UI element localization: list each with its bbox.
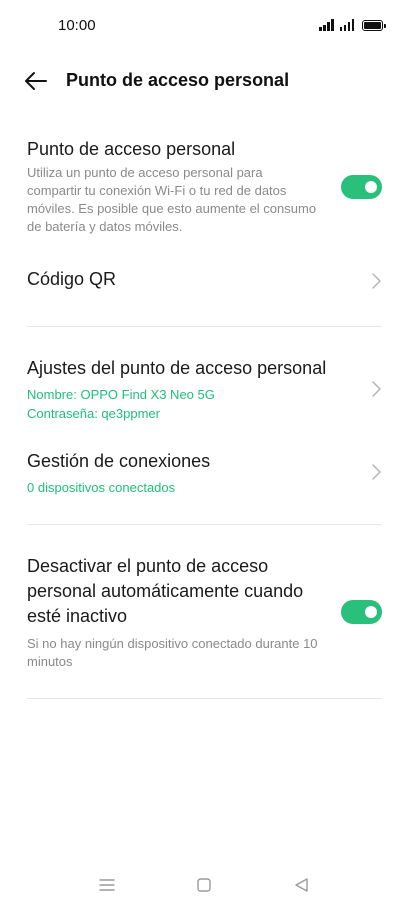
hotspot-toggle-row[interactable]: Punto de acceso personal Utiliza un punt…	[27, 137, 382, 241]
hotspot-settings-row[interactable]: Ajustes del punto de acceso personal Nom…	[27, 356, 382, 426]
hotspot-toggle[interactable]	[341, 175, 382, 199]
divider	[27, 524, 382, 525]
home-button[interactable]	[194, 876, 214, 894]
back-triangle-icon	[295, 878, 308, 892]
home-icon	[197, 878, 211, 892]
hotspot-password: Contraseña: qe3ppmer	[27, 406, 160, 421]
chevron-right-icon	[372, 381, 381, 397]
battery-icon	[362, 20, 386, 31]
qr-code-row[interactable]: Código QR	[27, 267, 382, 297]
hotspot-settings-title: Ajustes del punto de acceso personal	[27, 358, 327, 378]
status-bar: 10:00	[0, 0, 409, 50]
screen: 10:00 Punto de acceso personal Punto de …	[0, 0, 409, 910]
auto-off-toggle[interactable]	[341, 600, 382, 624]
toggle-knob	[365, 181, 377, 193]
page-title: Punto de acceso personal	[66, 70, 290, 90]
auto-off-row[interactable]: Desactivar el punto de acceso personal a…	[27, 554, 382, 674]
status-icons	[319, 17, 386, 31]
connections-count: 0 dispositivos conectados	[27, 480, 176, 495]
auto-off-description: Si no hay ningún dispositivo conectado d…	[27, 636, 318, 669]
divider	[27, 698, 382, 699]
divider	[27, 326, 382, 327]
navigation-bar	[0, 868, 409, 902]
hotspot-description: Utiliza un punto de acceso personal para…	[27, 165, 317, 234]
signal-icon	[339, 19, 354, 31]
status-time: 10:00	[58, 17, 96, 34]
hotspot-name: Nombre: OPPO Find X3 Neo 5G	[27, 387, 215, 402]
connections-title: Gestión de conexiones	[27, 451, 211, 471]
toggle-knob	[365, 606, 377, 618]
back-button[interactable]	[22, 68, 50, 94]
chevron-right-icon	[372, 464, 381, 480]
chevron-right-icon	[372, 273, 381, 289]
qr-code-label: Código QR	[27, 269, 117, 289]
back-arrow-icon	[25, 72, 47, 90]
back-nav-button[interactable]	[292, 876, 312, 894]
signal-icon	[319, 19, 334, 31]
hotspot-title: Punto de acceso personal	[27, 139, 236, 159]
header: Punto de acceso personal	[0, 60, 409, 102]
menu-button[interactable]	[97, 876, 117, 894]
auto-off-title: Desactivar el punto de acceso personal a…	[27, 556, 304, 626]
menu-icon	[99, 879, 115, 891]
connections-row[interactable]: Gestión de conexiones 0 dispositivos con…	[27, 449, 382, 499]
